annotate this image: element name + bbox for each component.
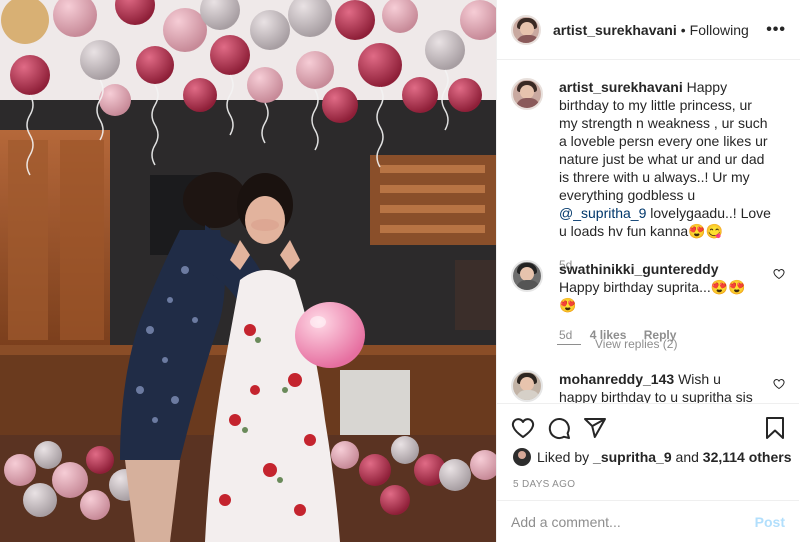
- view-replies-line: [557, 343, 581, 345]
- liked-by-avatar[interactable]: [513, 448, 531, 466]
- commenter-avatar[interactable]: [511, 370, 543, 402]
- comments-list[interactable]: artist_surekhavani Happy birthday to my …: [497, 60, 799, 403]
- bookmark-icon[interactable]: [763, 416, 787, 440]
- author-avatar[interactable]: [511, 14, 541, 45]
- view-replies-button[interactable]: View replies (2): [557, 337, 677, 351]
- post-photo[interactable]: [0, 0, 496, 542]
- comment-text: Happy birthday suprita...😍😍😍: [559, 279, 746, 313]
- comment-icon[interactable]: [547, 416, 571, 440]
- view-replies-label: View replies (2): [595, 337, 678, 351]
- caption-username[interactable]: artist_surekhavani: [559, 79, 683, 95]
- caption-mention-link[interactable]: @_supritha_9: [559, 205, 646, 221]
- post-actions: Liked by _supritha_9 and 32,114 others 5…: [497, 403, 799, 542]
- more-icon[interactable]: •••: [766, 21, 786, 39]
- action-icons: [511, 412, 787, 444]
- caption-text: Happy birthday to my little princess, ur…: [559, 79, 768, 203]
- birthday-photo-image: [0, 0, 496, 542]
- comment-username[interactable]: mohanreddy_143: [559, 371, 674, 387]
- post-header: artist_surekhavani • Following •••: [497, 0, 800, 60]
- comment-item: swathinikki_guntereddy Happy birthday su…: [497, 260, 799, 344]
- liked-by-user[interactable]: _supritha_9: [593, 449, 672, 465]
- caption-avatar[interactable]: [511, 78, 543, 110]
- comment-like-heart-icon[interactable]: [773, 378, 785, 390]
- add-comment-input[interactable]: [511, 514, 755, 530]
- liked-by-prefix: Liked by: [537, 449, 590, 465]
- comment-item: mohanreddy_143 Wish u happy birthday to …: [497, 370, 799, 403]
- post-details-panel: artist_surekhavani • Following ••• artis…: [496, 0, 800, 542]
- add-comment-bar: Post: [497, 500, 799, 543]
- comment-username[interactable]: swathinikki_guntereddy: [559, 261, 718, 277]
- separator-dot: •: [680, 21, 686, 38]
- heart-icon[interactable]: [511, 416, 535, 440]
- following-button[interactable]: Following: [690, 22, 749, 38]
- liked-by: Liked by _supritha_9 and 32,114 others: [513, 448, 792, 466]
- likes-count[interactable]: 32,114 others: [703, 449, 792, 465]
- post-timestamp[interactable]: 5 DAYS AGO: [513, 479, 575, 490]
- share-icon[interactable]: [583, 416, 607, 440]
- liked-by-joiner: and: [675, 449, 699, 465]
- comment-like-heart-icon[interactable]: [773, 268, 785, 280]
- commenter-avatar[interactable]: [511, 260, 543, 292]
- author-username[interactable]: artist_surekhavani: [553, 22, 677, 38]
- caption: artist_surekhavani Happy birthday to my …: [497, 78, 799, 274]
- post-button[interactable]: Post: [755, 514, 785, 530]
